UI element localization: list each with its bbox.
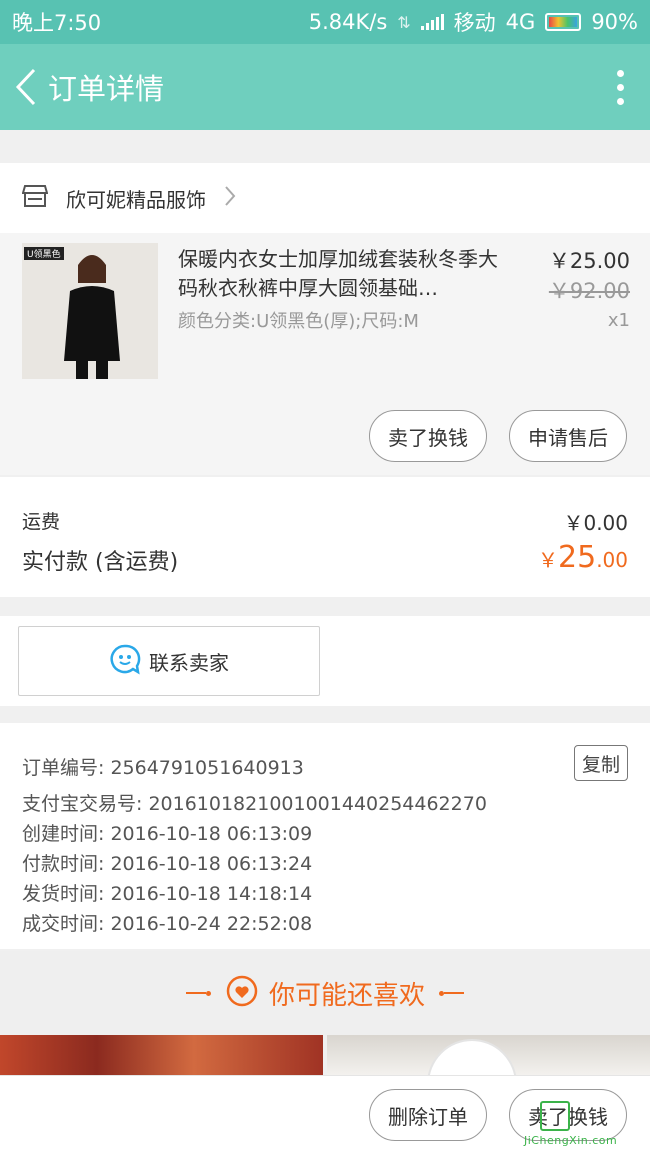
total-value: ￥25.00	[538, 540, 628, 575]
page-title: 订单详情	[48, 72, 165, 106]
contact-section: 联系卖家	[0, 616, 650, 706]
chevron-right-icon	[224, 185, 236, 211]
order-number: 订单编号: 2564791051640913	[22, 757, 304, 779]
watermark: JiChengXin.com	[524, 1101, 644, 1147]
order-info: 订单编号: 2564791051640913 复制 支付宝交易号: 201610…	[0, 723, 650, 949]
copy-button[interactable]: 复制	[574, 745, 628, 781]
divider-right	[439, 990, 464, 996]
order-item[interactable]: U领黑色 保暖内衣女士加厚加绒套装秋冬季大码秋衣秋裤中厚大圆领基础… 颜色分类:…	[0, 233, 650, 475]
chat-bubble-icon	[109, 643, 141, 680]
total-int: 25	[558, 540, 597, 575]
watermark-text: JiChengXin.com	[524, 1134, 618, 1147]
product-quantity: x1	[607, 310, 630, 331]
recommend-images	[0, 1035, 650, 1075]
recommend-item-image[interactable]	[327, 1035, 650, 1075]
status-time: 晚上7:50	[12, 11, 102, 35]
contact-seller-label: 联系卖家	[149, 650, 229, 675]
product-price: ￥25.00	[548, 249, 630, 273]
total-label: 实付款 (含运费)	[22, 550, 179, 575]
store-icon	[21, 184, 49, 212]
alipay-number: 支付宝交易号: 2016101821001001440254462270	[22, 793, 487, 815]
sell-button[interactable]: 卖了换钱	[369, 410, 487, 462]
total-dec: .00	[596, 548, 628, 572]
recommend-title: 你可能还喜欢	[268, 980, 425, 1011]
created-time: 创建时间: 2016-10-18 06:13:09	[22, 823, 313, 845]
divider-left	[185, 990, 211, 996]
payment-summary: 运费 ￥0.00 实付款 (含运费) ￥25.00	[0, 477, 650, 597]
model-figure	[64, 255, 120, 379]
delete-order-button[interactable]: 删除订单	[369, 1089, 487, 1141]
status-bar: 晚上7:50 5.84K/s ⇅ 移动 4G 90%	[0, 0, 650, 44]
shipping-value: ￥0.00	[563, 511, 628, 535]
shop-row[interactable]: 欣可妮精品服饰	[0, 163, 650, 233]
heart-circle-icon	[225, 974, 259, 1012]
status-right: 5.84K/s ⇅ 移动 4G 90%	[309, 7, 638, 37]
carrier-name: 移动	[453, 11, 496, 35]
thumb-tag: U领黑色	[24, 247, 64, 260]
original-price: ￥92.00	[548, 279, 630, 303]
product-thumbnail[interactable]: U领黑色	[22, 243, 158, 379]
product-title[interactable]: 保暖内衣女士加厚加绒套装秋冬季大码秋衣秋裤中厚大圆领基础…	[178, 245, 508, 303]
shipping-label: 运费	[22, 511, 61, 533]
more-vertical-icon[interactable]	[590, 44, 650, 130]
network-speed: 5.84K/s	[308, 10, 388, 34]
bottom-action-bar: 删除订单 卖了换钱 JiChengXin.com	[0, 1075, 650, 1155]
data-arrows-icon: ⇅	[397, 12, 411, 32]
paid-time: 付款时间: 2016-10-18 06:13:24	[22, 853, 313, 875]
nav-bar: 订单详情	[0, 44, 650, 130]
recommend-item-image[interactable]	[0, 1035, 323, 1075]
chevron-left-icon[interactable]	[6, 44, 46, 130]
shop-name: 欣可妮精品服饰	[66, 187, 206, 212]
completed-time: 成交时间: 2016-10-24 22:52:08	[22, 913, 313, 935]
recommend-header: 你可能还喜欢	[0, 951, 650, 1035]
product-spec: 颜色分类:U领黑色(厚);尺码:M	[178, 311, 419, 332]
after-sale-button[interactable]: 申请售后	[509, 410, 627, 462]
total-currency: ￥	[538, 548, 558, 572]
battery-percent: 90%	[591, 10, 638, 34]
battery-icon	[545, 13, 582, 31]
signal-icon	[420, 14, 444, 30]
contact-seller-button[interactable]: 联系卖家	[18, 626, 320, 696]
network-type: 4G	[505, 10, 536, 34]
shipped-time: 发货时间: 2016-10-18 14:18:14	[22, 883, 313, 905]
